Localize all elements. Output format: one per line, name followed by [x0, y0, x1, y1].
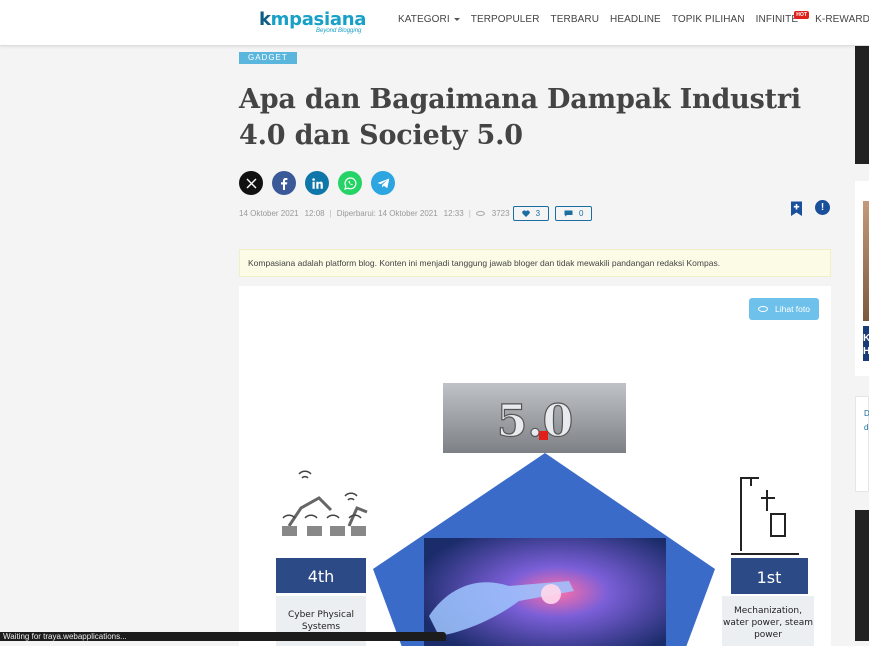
- bookmark-add-icon[interactable]: [790, 201, 803, 222]
- publish-date: 14 Oktober 2021: [239, 209, 299, 218]
- browser-status-bar: Waiting for traya.webapplications...: [0, 632, 446, 641]
- updated-time: 12:33: [443, 209, 464, 218]
- hot-badge: HOT: [794, 11, 810, 19]
- sidebar-ad-block-2[interactable]: [855, 510, 869, 641]
- like-button[interactable]: 3: [512, 206, 550, 221]
- meta-divider: |: [329, 209, 332, 218]
- nav-kategori[interactable]: KATEGORI: [398, 14, 460, 25]
- views-icon: [475, 211, 485, 216]
- fourth-caption-line-1: Cyber Physical: [288, 610, 354, 620]
- logo-wordmark: mpasiana: [270, 9, 367, 30]
- first-caption-line-3: power: [754, 630, 782, 640]
- comment-button[interactable]: 0: [555, 206, 593, 221]
- sidebar-featured-letter-2: H: [863, 346, 869, 357]
- sidebar-featured-card[interactable]: K H: [855, 181, 869, 376]
- sidebar-featured-caption: K H: [863, 326, 869, 361]
- nav-infinite-label: INFINITE: [755, 14, 799, 25]
- article-image[interactable]: 5.0 4th Cyber Physical Systems 1st Mecha…: [239, 286, 831, 646]
- sidebar-ad-block[interactable]: [855, 46, 869, 164]
- nav-terpopuler-label: TERPOPULER: [470, 14, 540, 25]
- fourth-caption-line-2: Systems: [302, 622, 341, 632]
- top-navigation-bar: kmpasiana Beyond Blogging KATEGORI TERPO…: [0, 0, 869, 46]
- first-label: 1st: [757, 568, 782, 587]
- right-sidebar: K H D d: [855, 46, 869, 641]
- nav-k-rewards[interactable]: K-REWARDS: [815, 14, 869, 25]
- logo-tagline: Beyond Blogging: [316, 28, 362, 34]
- category-tag[interactable]: GADGET: [239, 52, 297, 64]
- main-nav: KATEGORI TERPOPULER TERBARU HEADLINE TOP…: [398, 11, 869, 25]
- whatsapp-icon[interactable]: [338, 171, 362, 195]
- nav-terpopuler[interactable]: TERPOPULER: [471, 14, 540, 25]
- nav-k-rewards-label: K-REWARDS: [815, 14, 869, 25]
- sidebar-featured-letter-1: K: [863, 333, 869, 344]
- x-icon[interactable]: [239, 171, 263, 195]
- telegram-icon[interactable]: [371, 171, 395, 195]
- nav-kategori-label: KATEGORI: [398, 14, 450, 25]
- facebook-icon[interactable]: [272, 171, 296, 195]
- eye-icon: [758, 306, 769, 312]
- view-photo-button[interactable]: Lihat foto: [749, 298, 819, 320]
- figure-badge-text: 5.0: [497, 396, 574, 447]
- report-icon[interactable]: !: [815, 200, 830, 215]
- sidebar-text-card[interactable]: D d: [855, 396, 869, 492]
- heart-icon: [521, 210, 530, 217]
- view-photo-label: Lihat foto: [775, 304, 810, 314]
- nav-headline[interactable]: HEADLINE: [610, 14, 661, 25]
- kompasiana-logo[interactable]: kmpasiana Beyond Blogging: [259, 9, 367, 34]
- nav-infinite[interactable]: INFINITE HOT: [755, 11, 810, 25]
- article-meta: 14 Oktober 2021 12:08 | Diperbarui: 14 O…: [239, 206, 593, 221]
- sidebar-featured-image: [863, 201, 869, 321]
- nav-terbaru-label: TERBARU: [550, 14, 600, 25]
- logo-prefix: k: [259, 9, 271, 30]
- like-count: 3: [535, 209, 541, 218]
- industry-society-illustration: 5.0 4th Cyber Physical Systems 1st Mecha…: [276, 383, 814, 646]
- comment-count: 0: [579, 209, 584, 218]
- comment-icon: [564, 210, 573, 217]
- fourth-label: 4th: [308, 567, 335, 586]
- linkedin-icon[interactable]: [305, 171, 329, 195]
- article-title: Apa dan Bagaimana Dampak Industri 4.0 da…: [239, 84, 801, 151]
- disclaimer-banner: Kompasiana adalah platform blog. Konten …: [239, 249, 831, 277]
- sidebar-text-line-1: D: [864, 409, 869, 418]
- sidebar-text-line-2: d: [864, 423, 869, 432]
- first-caption-line-2: water power, steam: [723, 618, 813, 628]
- first-caption-line-1: Mechanization,: [734, 606, 802, 616]
- nav-terbaru[interactable]: TERBARU: [551, 14, 599, 25]
- nav-topik-pilihan[interactable]: TOPIK PILIHAN: [672, 14, 745, 25]
- share-buttons: [239, 171, 404, 195]
- nav-topik-pilihan-label: TOPIK PILIHAN: [671, 14, 745, 25]
- chevron-down-icon: [453, 17, 460, 21]
- publish-time: 12:08: [304, 209, 325, 218]
- meta-divider: |: [468, 209, 471, 218]
- nav-headline-label: HEADLINE: [610, 14, 661, 25]
- updated-date: Diperbarui: 14 Oktober 2021: [336, 209, 438, 218]
- view-count: 3723: [491, 209, 510, 218]
